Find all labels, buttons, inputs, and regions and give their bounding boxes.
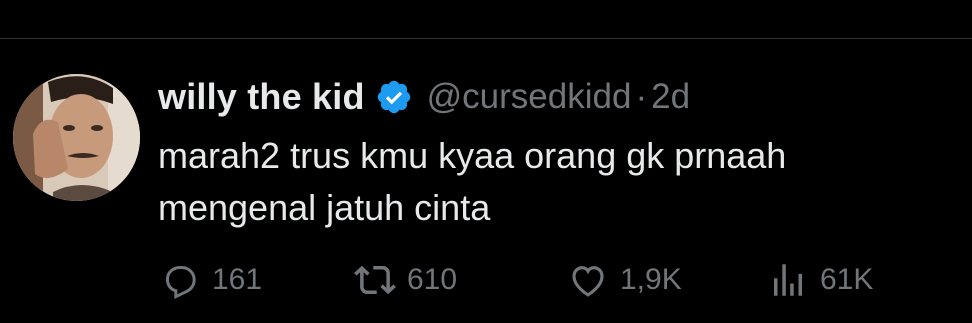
reply-icon [158,258,202,302]
author-handle[interactable]: @cursedkidd [427,77,632,117]
tweet-text-line: mengenal jatuh cinta [158,187,491,228]
avatar[interactable] [13,74,140,201]
reply-count: 161 [212,263,263,296]
retweet-button[interactable]: 610 [353,255,457,305]
views-count: 61K [820,263,874,296]
like-count: 1,9K [620,263,682,296]
author-display-name[interactable]: willy the kid [158,76,365,118]
tweet-text: marah2 trus kmu kyaa orang gk prnaah men… [158,130,958,234]
views-button[interactable]: 61K [766,255,873,305]
heart-icon [566,258,610,302]
separator-dot: · [635,77,648,116]
tweet-text-line: marah2 trus kmu kyaa orang gk prnaah [158,135,787,176]
post-timestamp[interactable]: 2d [651,77,690,117]
action-bar: 161 610 1,9K 61K [158,255,918,305]
tweet-header: willy the kid @cursedkidd · 2d [158,68,958,126]
tweet-content: willy the kid @cursedkidd · 2d marah2 tr… [158,68,958,234]
like-button[interactable]: 1,9K [566,255,682,305]
retweet-count: 610 [407,263,458,296]
reply-button[interactable]: 161 [158,255,262,305]
verified-badge-icon[interactable] [375,78,413,116]
retweet-icon [353,258,397,302]
tweet-card[interactable]: willy the kid @cursedkidd · 2d marah2 tr… [0,0,972,323]
top-divider [0,38,972,39]
avatar-photo [13,74,140,201]
views-icon [766,258,810,302]
